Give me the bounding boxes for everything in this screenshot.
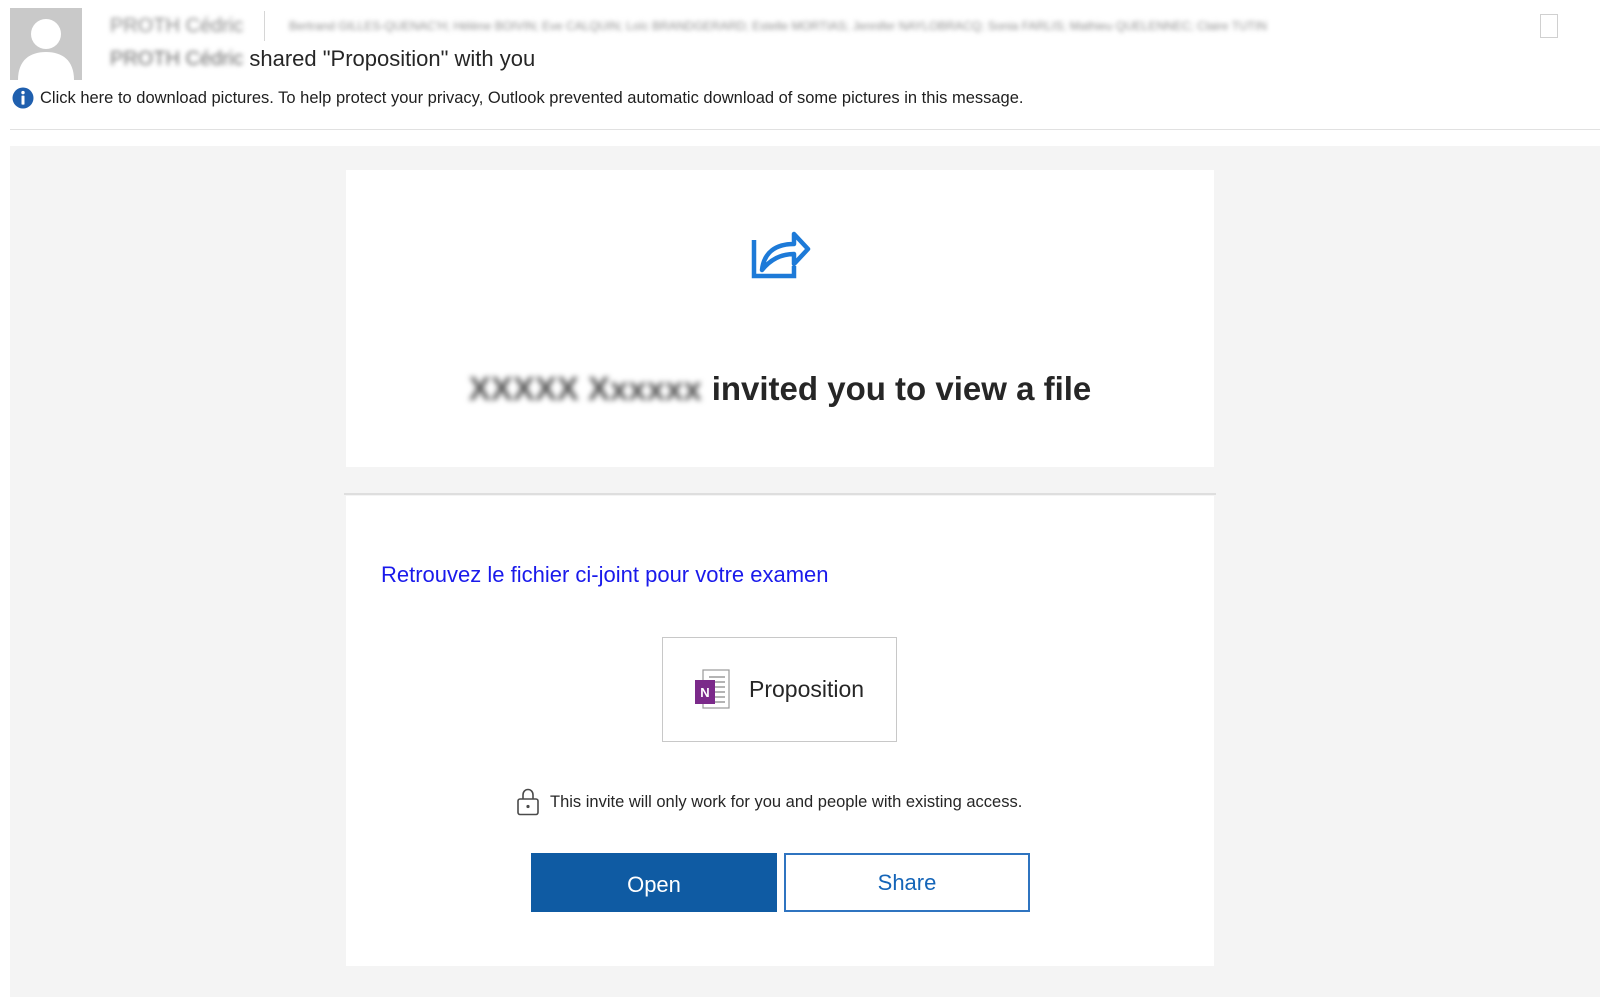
- message-subject: PROTH Cédric shared "Proposition" with y…: [110, 46, 535, 72]
- download-pictures-infobar[interactable]: Click here to download pictures. To help…: [12, 87, 1023, 109]
- expand-recipients-icon[interactable]: [1540, 14, 1558, 38]
- sender-avatar: [10, 8, 82, 80]
- invitation-card-body: Retrouvez le fichier ci-joint pour votre…: [346, 496, 1214, 966]
- infobar-text: Click here to download pictures. To help…: [40, 88, 1024, 107]
- separator: [264, 11, 265, 41]
- inviter-name: XXXXX Xxxxxx: [468, 370, 702, 407]
- card-divider: [344, 493, 1216, 495]
- personal-message-link[interactable]: Retrouvez le fichier ci-joint pour votre…: [381, 562, 829, 588]
- invitation-headline: XXXXX Xxxxxx invited you to view a file: [346, 370, 1214, 408]
- invitation-card-header: XXXXX Xxxxxx invited you to view a file: [346, 170, 1214, 467]
- share-button[interactable]: Share: [784, 853, 1030, 912]
- header-divider: [10, 129, 1600, 130]
- person-icon: [10, 8, 82, 80]
- privacy-note: This invite will only work for you and p…: [516, 788, 1022, 816]
- open-button[interactable]: Open: [531, 853, 777, 912]
- recipients-list[interactable]: Bertrand GILLES-QUENAC'H; Hélène BOIVIN;…: [289, 19, 1534, 33]
- subject-text: shared "Proposition" with you: [249, 46, 536, 71]
- file-tile[interactable]: N Proposition: [662, 637, 897, 742]
- sender-row: PROTH Cédric Bertrand GILLES-QUENAC'H; H…: [110, 11, 1570, 41]
- lock-icon: [517, 788, 539, 816]
- share-icon: [751, 231, 811, 279]
- privacy-note-text: This invite will only work for you and p…: [550, 792, 1023, 811]
- headline-text: invited you to view a file: [711, 370, 1092, 407]
- subject-sender-name: PROTH Cédric: [110, 47, 244, 70]
- info-icon: [12, 87, 34, 109]
- onenote-icon: N: [695, 668, 730, 709]
- file-name: Proposition: [749, 676, 865, 702]
- svg-text:N: N: [700, 685, 709, 700]
- sender-name[interactable]: PROTH Cédric: [110, 15, 250, 38]
- email-message-view: PROTH Cédric Bertrand GILLES-QUENAC'H; H…: [0, 0, 1600, 997]
